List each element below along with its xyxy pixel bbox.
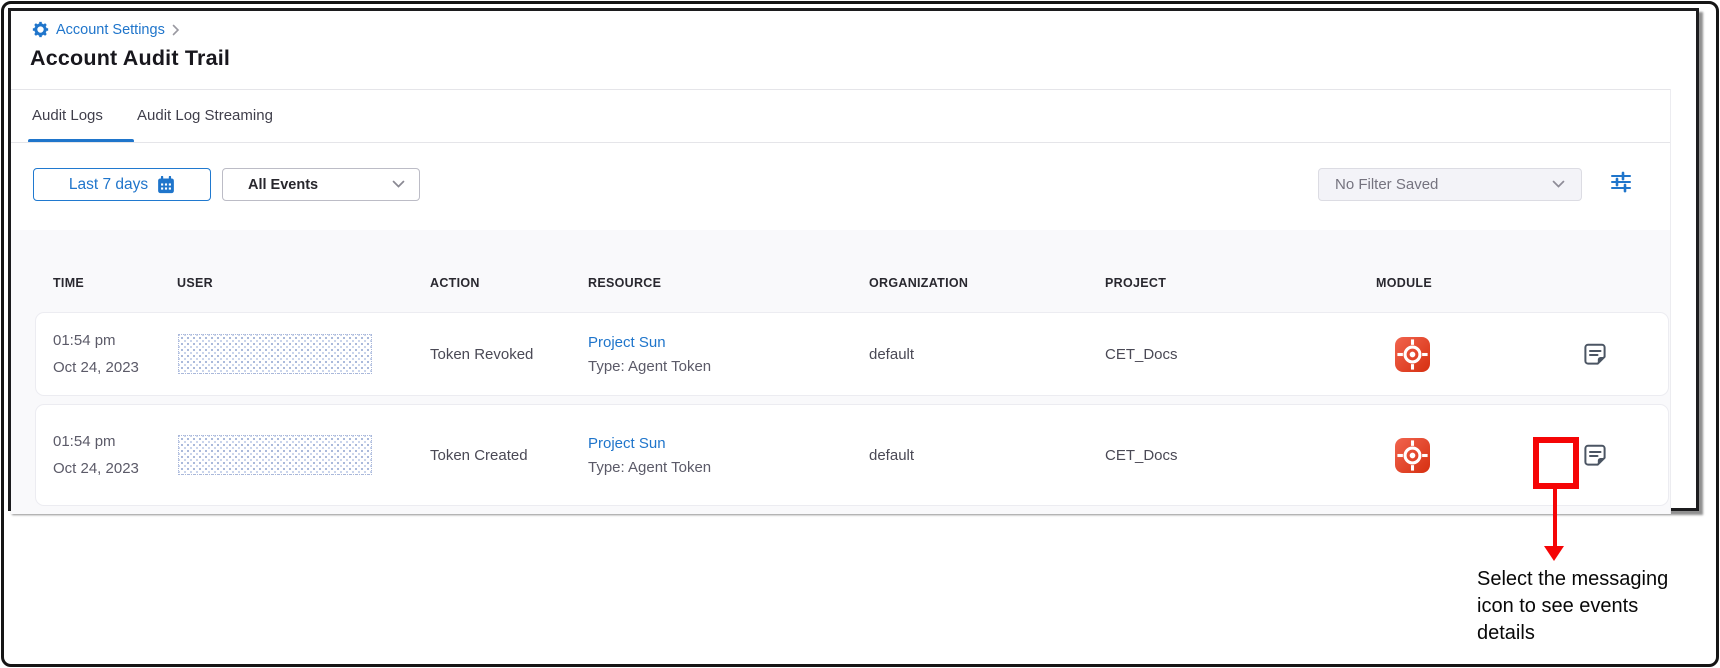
tab-audit-log-streaming[interactable]: Audit Log Streaming bbox=[137, 107, 273, 124]
user-cell bbox=[177, 405, 430, 505]
column-header-organization: ORGANIZATION bbox=[869, 276, 1105, 290]
date-range-button[interactable]: Last 7 days bbox=[33, 168, 211, 201]
message-icon[interactable] bbox=[1581, 340, 1609, 368]
page-title: Account Audit Trail bbox=[30, 46, 230, 71]
project-cell: CET_Docs bbox=[1105, 313, 1376, 395]
divider bbox=[11, 89, 1670, 90]
redacted-user-box bbox=[178, 435, 372, 475]
content-right-edge bbox=[1670, 89, 1671, 514]
table-header-row: TIME USER ACTION RESOURCE ORGANIZATION P… bbox=[36, 276, 1668, 290]
error-tracking-module-icon bbox=[1395, 438, 1430, 473]
details-cell bbox=[1500, 313, 1668, 395]
details-cell bbox=[1500, 405, 1668, 505]
divider bbox=[11, 142, 1670, 143]
column-header-action: ACTION bbox=[430, 276, 588, 290]
message-icon[interactable] bbox=[1581, 441, 1609, 469]
organization-cell: default bbox=[869, 313, 1105, 395]
column-header-time: TIME bbox=[36, 276, 177, 290]
module-cell bbox=[1376, 405, 1500, 505]
chevron-down-icon bbox=[392, 180, 405, 189]
resource-link[interactable]: Project Sun bbox=[588, 334, 666, 351]
table-row: 01:54 pm Oct 24, 2023 Token Created Proj… bbox=[36, 405, 1668, 505]
resource-cell: Project Sun Type: Agent Token bbox=[588, 405, 869, 505]
time-cell: 01:54 pm Oct 24, 2023 bbox=[36, 405, 177, 505]
project-cell: CET_Docs bbox=[1105, 405, 1376, 505]
breadcrumb-chevron-icon bbox=[172, 24, 180, 36]
callout-arrow bbox=[1553, 488, 1557, 547]
saved-filter-dropdown[interactable]: No Filter Saved bbox=[1318, 168, 1582, 201]
redacted-user-box bbox=[178, 334, 372, 374]
column-header-details bbox=[1500, 276, 1668, 290]
annotation-text: Select the messaging icon to see events … bbox=[1477, 566, 1675, 647]
resource-link[interactable]: Project Sun bbox=[588, 435, 666, 452]
time-cell: 01:54 pm Oct 24, 2023 bbox=[36, 313, 177, 395]
event-date: Oct 24, 2023 bbox=[53, 359, 139, 376]
advanced-filters-button[interactable] bbox=[1608, 169, 1634, 195]
module-cell bbox=[1376, 313, 1500, 395]
column-header-project: PROJECT bbox=[1105, 276, 1376, 290]
events-filter-value: All Events bbox=[248, 177, 318, 193]
callout-highlight-box bbox=[1533, 437, 1579, 489]
calendar-icon bbox=[157, 176, 175, 194]
table-row: 01:54 pm Oct 24, 2023 Token Revoked Proj… bbox=[36, 313, 1668, 395]
saved-filter-value: No Filter Saved bbox=[1335, 176, 1438, 193]
sliders-icon bbox=[1609, 170, 1633, 194]
action-cell: Token Created bbox=[430, 405, 588, 505]
organization-cell: default bbox=[869, 405, 1105, 505]
action-cell: Token Revoked bbox=[430, 313, 588, 395]
callout-arrow-head bbox=[1544, 546, 1564, 561]
user-cell bbox=[177, 313, 430, 395]
app-screenshot-frame: Account Settings Account Audit Trail Aud… bbox=[8, 8, 1699, 511]
event-time: 01:54 pm bbox=[53, 433, 116, 450]
event-date: Oct 24, 2023 bbox=[53, 460, 139, 477]
column-header-module: MODULE bbox=[1376, 276, 1500, 290]
resource-type: Type: Agent Token bbox=[588, 358, 711, 375]
gear-icon bbox=[32, 21, 49, 38]
tab-audit-logs[interactable]: Audit Logs bbox=[32, 107, 103, 124]
breadcrumb[interactable]: Account Settings bbox=[32, 21, 180, 38]
date-range-label: Last 7 days bbox=[69, 176, 148, 194]
column-header-user: USER bbox=[177, 276, 430, 290]
event-time: 01:54 pm bbox=[53, 332, 116, 349]
column-header-resource: RESOURCE bbox=[588, 276, 869, 290]
breadcrumb-link-account-settings[interactable]: Account Settings bbox=[56, 22, 165, 38]
resource-type: Type: Agent Token bbox=[588, 459, 711, 476]
chevron-down-icon bbox=[1552, 180, 1565, 189]
events-filter-dropdown[interactable]: All Events bbox=[222, 168, 420, 201]
resource-cell: Project Sun Type: Agent Token bbox=[588, 313, 869, 395]
error-tracking-module-icon bbox=[1395, 337, 1430, 372]
